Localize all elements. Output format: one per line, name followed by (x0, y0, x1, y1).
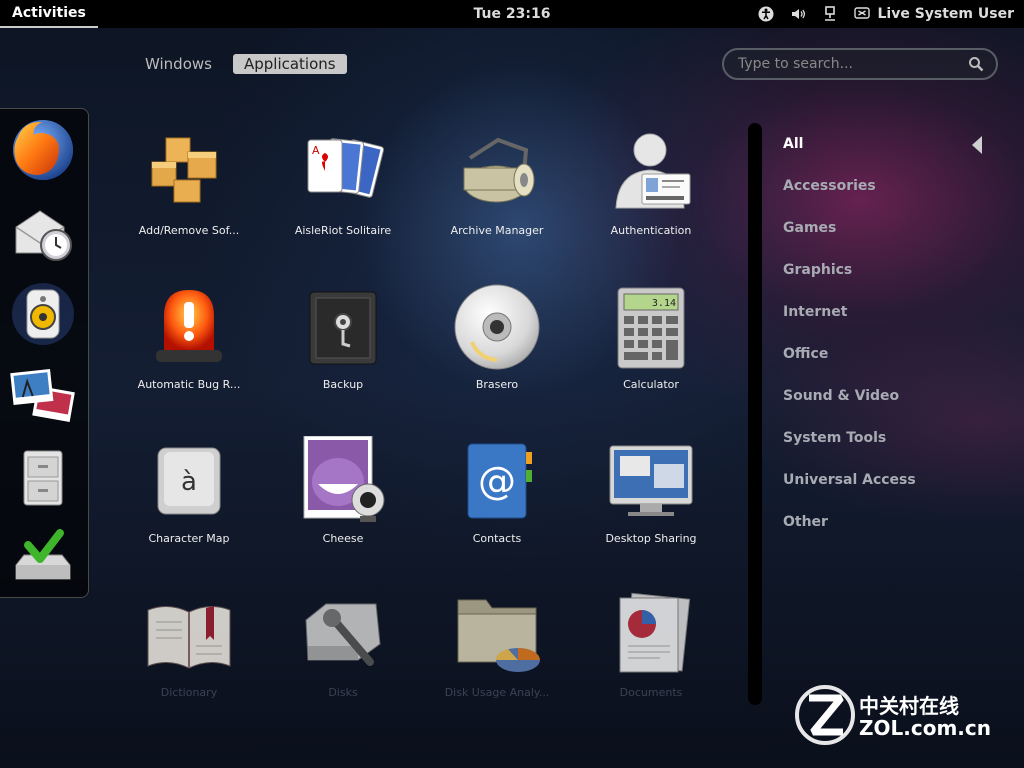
app-label: Dictionary (160, 686, 218, 699)
app-desktop-sharing[interactable]: Desktop Sharing (576, 436, 726, 545)
disk-wrench-icon (298, 590, 388, 680)
app-label: Documents (619, 686, 683, 699)
calculator-icon: 3.14 (606, 282, 696, 372)
app-label: Calculator (623, 378, 679, 391)
disc-icon (452, 282, 542, 372)
category-internet[interactable]: Internet (783, 304, 916, 346)
app-label: Desktop Sharing (605, 532, 697, 545)
monitor-icon (606, 436, 696, 526)
app-cheese[interactable]: Cheese (268, 435, 418, 545)
safe-icon (298, 282, 388, 372)
user-name: Live System User (877, 6, 1014, 22)
install-checkmark-icon[interactable] (10, 525, 76, 591)
playing-cards-icon: A (298, 128, 388, 218)
app-calculator[interactable]: 3.14 Calculator (576, 282, 726, 391)
network-icon[interactable] (821, 5, 839, 23)
category-sound-video[interactable]: Sound & Video (783, 388, 916, 430)
user-status-icon (853, 5, 871, 23)
search-input[interactable] (724, 55, 962, 73)
tab-windows[interactable]: Windows (134, 54, 223, 74)
id-card-user-icon (606, 128, 696, 218)
app-label: Disk Usage Analy... (444, 686, 550, 699)
selected-category-arrow-icon (972, 136, 982, 154)
app-contacts[interactable]: @ Contacts (422, 436, 572, 545)
watermark-text-chinese: 中关村在线 (859, 694, 959, 718)
zol-watermark: 中关村在线 ZOL.com.cn (795, 682, 1005, 748)
app-disk-usage-analyzer[interactable]: Disk Usage Analy... (422, 590, 572, 699)
category-other[interactable]: Other (783, 514, 916, 556)
category-list: All Accessories Games Graphics Internet … (783, 136, 916, 556)
app-label: Authentication (610, 224, 692, 237)
calculator-display-text: 3.14 (652, 298, 676, 309)
evolution-mail-icon[interactable] (10, 199, 76, 265)
character-key-icon: à (144, 436, 234, 526)
zol-logo-icon (795, 685, 855, 745)
open-book-icon (144, 590, 234, 680)
dash (0, 108, 89, 598)
app-archive-manager[interactable]: Archive Manager (422, 128, 572, 237)
category-graphics[interactable]: Graphics (783, 262, 916, 304)
archive-roller-icon (452, 128, 542, 218)
app-label: Backup (322, 378, 364, 391)
category-games[interactable]: Games (783, 220, 916, 262)
firefox-icon[interactable] (10, 117, 76, 183)
category-system-tools[interactable]: System Tools (783, 430, 916, 472)
app-label: Add/Remove Sof... (138, 224, 240, 237)
app-label: Brasero (475, 378, 519, 391)
view-selector: Windows Applications (134, 54, 347, 74)
category-all[interactable]: All (783, 136, 916, 178)
search-box[interactable] (722, 48, 998, 80)
svg-text:A: A (312, 144, 320, 157)
folder-chart-icon (452, 590, 542, 680)
accessibility-icon[interactable] (757, 5, 775, 23)
shotwell-photos-icon[interactable] (10, 363, 76, 429)
webcam-photo-icon (298, 435, 388, 526)
app-automatic-bug-reporting[interactable]: Automatic Bug R... (114, 282, 264, 391)
app-authentication[interactable]: Authentication (576, 128, 726, 237)
svg-text:@: @ (478, 459, 516, 503)
overview: Windows Applications Type to search... A… (0, 28, 1024, 768)
app-grid-scrollbar[interactable] (748, 123, 762, 705)
app-aisleriot-solitaire[interactable]: A AisleRiot Solitaire (268, 128, 418, 237)
app-character-map[interactable]: à Character Map (114, 436, 264, 545)
app-label: Character Map (148, 532, 230, 545)
app-label: Automatic Bug R... (137, 378, 241, 391)
search-icon[interactable] (962, 50, 990, 78)
top-bar: Activities Tue 23:16 Live System User (0, 0, 1024, 28)
user-menu[interactable]: Live System User (853, 5, 1014, 23)
app-label: Cheese (322, 532, 364, 545)
tab-applications[interactable]: Applications (232, 54, 347, 74)
category-universal-access[interactable]: Universal Access (783, 472, 916, 514)
app-disks[interactable]: Disks (268, 590, 418, 699)
app-label: Archive Manager (450, 224, 544, 237)
app-label: Contacts (472, 532, 522, 545)
volume-icon[interactable] (789, 5, 807, 23)
app-add-remove-software[interactable]: Add/Remove Sof... (114, 128, 264, 237)
watermark-text-domain: ZOL.com.cn (859, 716, 991, 740)
rhythmbox-speaker-icon[interactable] (10, 281, 76, 347)
documents-icon (606, 590, 696, 680)
file-cabinet-icon[interactable] (10, 445, 76, 511)
package-box-icon (144, 128, 234, 218)
app-label: Disks (328, 686, 358, 699)
app-documents[interactable]: Documents (576, 590, 726, 699)
app-dictionary[interactable]: Dictionary (114, 590, 264, 699)
status-area: Live System User (757, 0, 1014, 28)
character-glyph: à (181, 467, 197, 497)
app-brasero[interactable]: Brasero (422, 282, 572, 391)
alarm-light-icon (144, 282, 234, 372)
category-office[interactable]: Office (783, 346, 916, 388)
app-label: AisleRiot Solitaire (294, 224, 392, 237)
category-accessories[interactable]: Accessories (783, 178, 916, 220)
address-book-icon: @ (452, 436, 542, 526)
app-backup[interactable]: Backup (268, 282, 418, 391)
